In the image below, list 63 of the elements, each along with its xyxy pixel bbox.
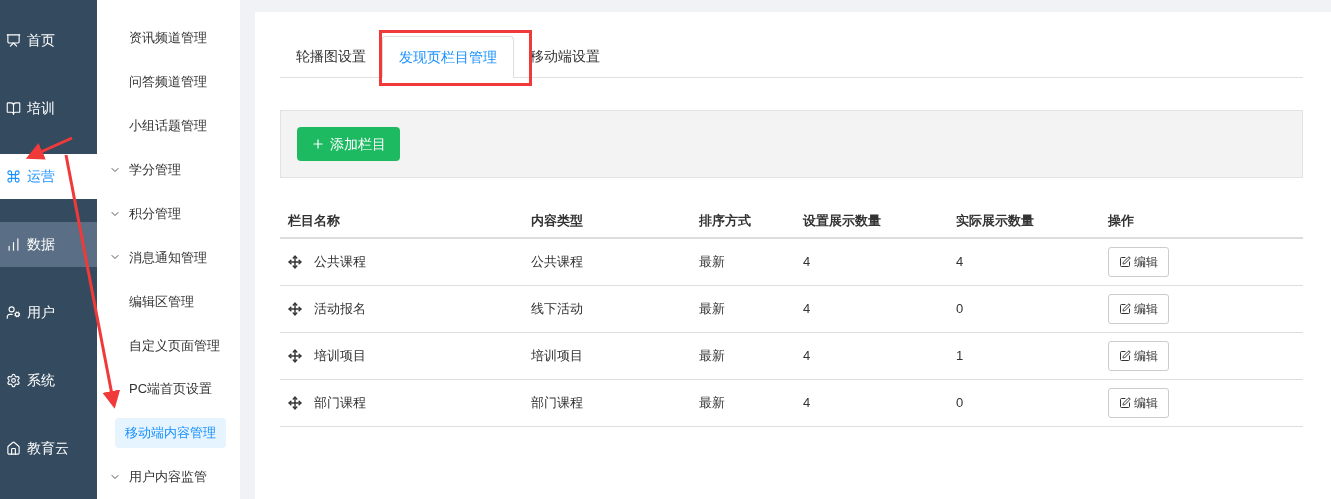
table-cell-text: 4 xyxy=(956,253,964,272)
edit-icon xyxy=(1119,350,1131,362)
sidebar-item[interactable]: 首页 xyxy=(0,18,97,63)
table-cell-text: 公共课程 xyxy=(531,253,583,272)
command-icon xyxy=(6,169,21,184)
monitor-chart-icon xyxy=(6,33,21,48)
table-cell-text: 4 xyxy=(803,253,811,272)
column-header: 设置展示数量 xyxy=(803,213,881,229)
user-icon xyxy=(6,305,21,320)
submenu-item[interactable]: 学分管理 xyxy=(125,154,185,185)
table-cell-text: 最新 xyxy=(699,300,725,319)
edit-icon xyxy=(1119,256,1131,268)
column-header: 栏目名称 xyxy=(288,213,340,229)
sidebar-item[interactable]: 用户 xyxy=(0,290,97,335)
table-cell-text: 1 xyxy=(956,347,964,366)
bar-chart-icon xyxy=(6,237,21,252)
table-cell-text: 最新 xyxy=(699,253,725,272)
edit-button[interactable]: 编辑 xyxy=(1108,294,1169,324)
sidebar-item[interactable]: 数据 xyxy=(0,222,97,267)
sidebar-item[interactable]: 教育云 xyxy=(0,426,97,471)
table-cell-text: 活动报名 xyxy=(314,300,366,319)
table-cell-text: 培训项目 xyxy=(314,347,366,366)
table-cell-text: 公共课程 xyxy=(314,253,366,272)
table-cell-text: 部门课程 xyxy=(314,394,366,413)
table-cell-text: 4 xyxy=(803,394,811,413)
edit-button[interactable]: 编辑 xyxy=(1108,388,1169,418)
sidebar-item[interactable]: 系统 xyxy=(0,358,97,403)
plus-icon xyxy=(311,137,325,151)
table-cell-text: 最新 xyxy=(699,394,725,413)
table-cell-text: 培训项目 xyxy=(531,347,583,366)
column-header: 实际展示数量 xyxy=(956,213,1034,229)
submenu-item[interactable]: 积分管理 xyxy=(125,198,185,229)
column-header: 排序方式 xyxy=(699,213,751,229)
table-cell-text: 部门课程 xyxy=(531,394,583,413)
drag-handle-icon[interactable] xyxy=(288,255,302,269)
edit-icon xyxy=(1119,303,1131,315)
settings-icon xyxy=(6,373,21,388)
tab[interactable]: 轮播图设置 xyxy=(280,35,382,77)
submenu-item[interactable]: 自定义页面管理 xyxy=(125,330,224,361)
submenu-item[interactable]: 问答频道管理 xyxy=(125,67,211,97)
submenu-item[interactable]: 资讯频道管理 xyxy=(125,23,211,53)
table-cell-text: 0 xyxy=(956,394,964,413)
column-header: 操作 xyxy=(1108,213,1134,229)
column-header: 内容类型 xyxy=(531,213,583,229)
table-cell-text: 4 xyxy=(803,347,811,366)
table-cell-text: 4 xyxy=(803,300,811,319)
book-icon xyxy=(6,101,21,116)
edit-icon xyxy=(1119,397,1131,409)
table-cell-text: 最新 xyxy=(699,347,725,366)
edit-button[interactable]: 编辑 xyxy=(1108,247,1169,277)
submenu-item[interactable]: 编辑区管理 xyxy=(125,286,198,317)
drag-handle-icon[interactable] xyxy=(288,396,302,410)
submenu-item[interactable]: 用户内容监管 xyxy=(125,462,211,492)
drag-handle-icon[interactable] xyxy=(288,349,302,363)
house-icon xyxy=(6,441,21,456)
submenu-item[interactable]: 小组话题管理 xyxy=(125,111,211,141)
table-cell-text: 0 xyxy=(956,300,964,319)
submenu-item[interactable]: 消息通知管理 xyxy=(125,242,211,273)
submenu-item[interactable]: PC端首页设置 xyxy=(125,374,217,404)
table-cell-text: 线下活动 xyxy=(531,300,583,319)
drag-handle-icon[interactable] xyxy=(288,302,302,316)
sidebar-item[interactable]: 培训 xyxy=(0,86,97,131)
edit-button[interactable]: 编辑 xyxy=(1108,341,1169,371)
